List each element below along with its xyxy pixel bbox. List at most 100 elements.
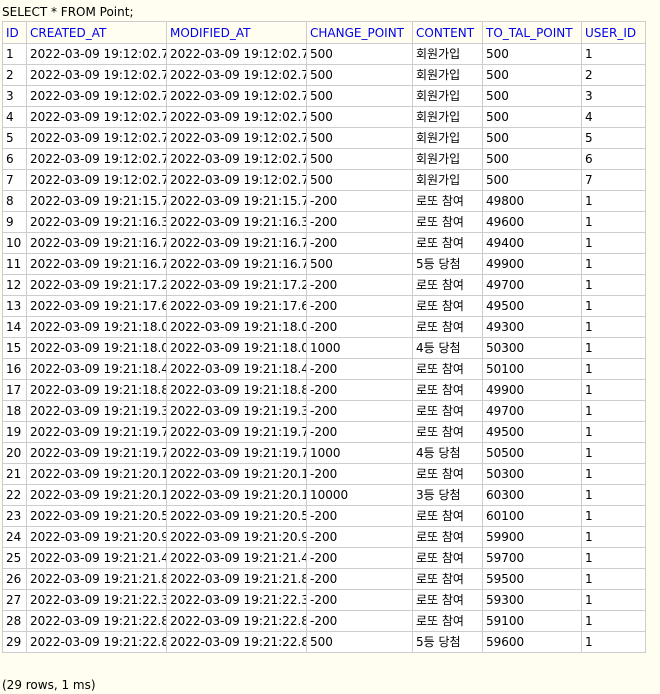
cell-created-at: 2022-03-09 19:21:19.711 — [26, 421, 167, 443]
cell-id: 7 — [2, 169, 27, 191]
cell-id: 2 — [2, 64, 27, 86]
cell-user-id: 1 — [581, 400, 646, 422]
cell-change-point: -200 — [306, 190, 413, 212]
cell-id: 19 — [2, 421, 27, 443]
query-result-panel: SELECT * FROM Point; ID CREATED_AT MODIF… — [0, 0, 660, 694]
cell-total-point: 49500 — [482, 295, 582, 317]
cell-created-at: 2022-03-09 19:21:22.804 — [26, 631, 167, 653]
cell-modified-at: 2022-03-09 19:21:21.816 — [166, 568, 307, 590]
cell-modified-at: 2022-03-09 19:12:02.785 — [166, 106, 307, 128]
cell-id: 1 — [2, 43, 27, 65]
cell-change-point: 10000 — [306, 484, 413, 506]
cell-created-at: 2022-03-09 19:12:02.785 — [26, 106, 167, 128]
cell-content: 로또 참여 — [412, 610, 483, 632]
cell-change-point: -200 — [306, 589, 413, 611]
column-header-id[interactable]: ID — [2, 21, 27, 44]
cell-user-id: 1 — [581, 43, 646, 65]
cell-modified-at: 2022-03-09 19:12:02.792 — [166, 169, 307, 191]
cell-change-point: 500 — [306, 253, 413, 275]
cell-created-at: 2022-03-09 19:21:20.595 — [26, 505, 167, 527]
cell-modified-at: 2022-03-09 19:21:18.022 — [166, 316, 307, 338]
cell-user-id: 1 — [581, 463, 646, 485]
cell-user-id: 2 — [581, 64, 646, 86]
cell-change-point: 1000 — [306, 442, 413, 464]
cell-change-point: -200 — [306, 358, 413, 380]
cell-id: 28 — [2, 610, 27, 632]
cell-content: 로또 참여 — [412, 295, 483, 317]
cell-modified-at: 2022-03-09 19:21:21.424 — [166, 547, 307, 569]
cell-change-point: -200 — [306, 211, 413, 233]
column-header-content[interactable]: CONTENT — [412, 21, 483, 44]
cell-change-point: -200 — [306, 232, 413, 254]
cell-modified-at: 2022-03-09 19:21:15.795 — [166, 190, 307, 212]
cell-content: 5등 당첨 — [412, 631, 483, 653]
cell-created-at: 2022-03-09 19:21:16.749 — [26, 253, 167, 275]
cell-created-at: 2022-03-09 19:21:22.803 — [26, 610, 167, 632]
cell-total-point: 500 — [482, 43, 582, 65]
cell-user-id: 6 — [581, 148, 646, 170]
cell-change-point: -200 — [306, 610, 413, 632]
cell-content: 로또 참여 — [412, 190, 483, 212]
table-row: 102022-03-09 19:21:16.7472022-03-09 19:2… — [2, 232, 646, 254]
table-row: 282022-03-09 19:21:22.8032022-03-09 19:2… — [2, 610, 646, 632]
cell-id: 5 — [2, 127, 27, 149]
cell-content: 로또 참여 — [412, 379, 483, 401]
cell-id: 22 — [2, 484, 27, 506]
cell-total-point: 500 — [482, 169, 582, 191]
cell-modified-at: 2022-03-09 19:21:20.595 — [166, 505, 307, 527]
cell-id: 21 — [2, 463, 27, 485]
table-row: 232022-03-09 19:21:20.5952022-03-09 19:2… — [2, 505, 646, 527]
cell-modified-at: 2022-03-09 19:21:22.304 — [166, 589, 307, 611]
table-row: 152022-03-09 19:21:18.0242022-03-09 19:2… — [2, 337, 646, 359]
cell-content: 회원가입 — [412, 106, 483, 128]
column-header-created-at[interactable]: CREATED_AT — [26, 21, 167, 44]
column-header-modified-at[interactable]: MODIFIED_AT — [166, 21, 307, 44]
cell-content: 로또 참여 — [412, 211, 483, 233]
cell-created-at: 2022-03-09 19:21:20.173 — [26, 484, 167, 506]
cell-user-id: 5 — [581, 127, 646, 149]
column-header-user-id[interactable]: USER_ID — [581, 21, 646, 44]
cell-created-at: 2022-03-09 19:12:02.737 — [26, 43, 167, 65]
cell-change-point: 500 — [306, 631, 413, 653]
table-row: 292022-03-09 19:21:22.8042022-03-09 19:2… — [2, 631, 646, 653]
cell-user-id: 1 — [581, 505, 646, 527]
column-header-total-point[interactable]: TO_TAL_POINT — [482, 21, 582, 44]
cell-total-point: 49300 — [482, 316, 582, 338]
cell-user-id: 1 — [581, 484, 646, 506]
cell-total-point: 49700 — [482, 274, 582, 296]
cell-content: 로또 참여 — [412, 547, 483, 569]
cell-content: 로또 참여 — [412, 589, 483, 611]
cell-id: 6 — [2, 148, 27, 170]
cell-id: 17 — [2, 379, 27, 401]
table-row: 132022-03-09 19:21:17.6352022-03-09 19:2… — [2, 295, 646, 317]
cell-change-point: 500 — [306, 64, 413, 86]
cell-created-at: 2022-03-09 19:21:17.635 — [26, 295, 167, 317]
cell-content: 로또 참여 — [412, 505, 483, 527]
cell-content: 로또 참여 — [412, 568, 483, 590]
cell-created-at: 2022-03-09 19:21:18.022 — [26, 316, 167, 338]
cell-created-at: 2022-03-09 19:21:16.747 — [26, 232, 167, 254]
cell-change-point: 500 — [306, 169, 413, 191]
cell-created-at: 2022-03-09 19:12:02.792 — [26, 169, 167, 191]
cell-user-id: 1 — [581, 337, 646, 359]
result-table-body: 12022-03-09 19:12:02.7372022-03-09 19:12… — [2, 43, 646, 653]
cell-content: 로또 참여 — [412, 316, 483, 338]
cell-change-point: 500 — [306, 106, 413, 128]
cell-id: 24 — [2, 526, 27, 548]
cell-id: 15 — [2, 337, 27, 359]
table-row: 22022-03-09 19:12:02.7452022-03-09 19:12… — [2, 64, 646, 86]
table-row: 222022-03-09 19:21:20.1732022-03-09 19:2… — [2, 484, 646, 506]
table-row: 172022-03-09 19:21:18.8852022-03-09 19:2… — [2, 379, 646, 401]
cell-user-id: 1 — [581, 421, 646, 443]
cell-modified-at: 2022-03-09 19:21:20.173 — [166, 484, 307, 506]
cell-created-at: 2022-03-09 19:21:20.987 — [26, 526, 167, 548]
table-row: 42022-03-09 19:12:02.7852022-03-09 19:12… — [2, 106, 646, 128]
cell-id: 16 — [2, 358, 27, 380]
column-header-change-point[interactable]: CHANGE_POINT — [306, 21, 413, 44]
cell-modified-at: 2022-03-09 19:21:18.481 — [166, 358, 307, 380]
cell-content: 회원가입 — [412, 64, 483, 86]
cell-id: 8 — [2, 190, 27, 212]
cell-modified-at: 2022-03-09 19:12:02.782 — [166, 85, 307, 107]
cell-modified-at: 2022-03-09 19:21:18.024 — [166, 337, 307, 359]
cell-total-point: 59900 — [482, 526, 582, 548]
